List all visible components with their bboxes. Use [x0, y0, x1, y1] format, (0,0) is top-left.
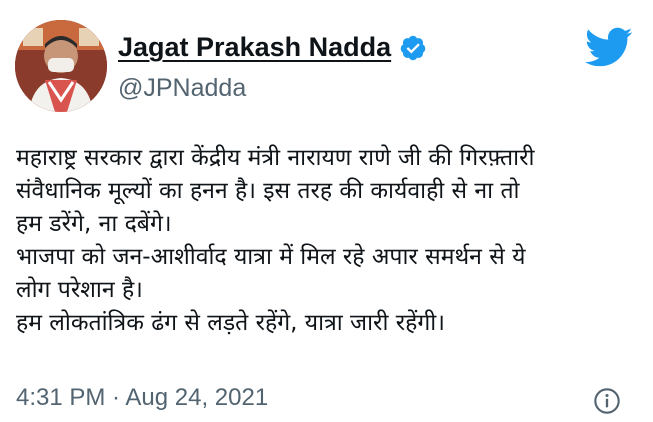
author-handle[interactable]: @JPNadda: [118, 74, 246, 103]
info-icon[interactable]: [593, 387, 621, 415]
author-avatar[interactable]: [15, 20, 107, 112]
meta-separator: ·: [105, 384, 126, 411]
author-name-row: Jagat Prakash Nadda: [118, 32, 427, 63]
verified-badge-icon: [400, 35, 426, 60]
tweet-line: महाराष्ट्र सरकार द्वारा केंद्रीय मंत्री …: [16, 145, 535, 171]
tweet-timestamp[interactable]: 4:31 PM · Aug 24, 2021: [16, 384, 268, 412]
tweet-date[interactable]: Aug 24, 2021: [125, 384, 268, 411]
tweet-text: महाराष्ट्र सरकार द्वारा केंद्रीय मंत्री …: [16, 142, 641, 340]
tweet-card: Jagat Prakash Nadda @JPNadda महाराष्ट्र …: [0, 0, 653, 422]
tweet-line: हम लोकतांत्रिक ढंग से लड़ते रहेंगे, यात्…: [16, 310, 445, 336]
twitter-bird-icon[interactable]: [583, 26, 633, 68]
tweet-line: भाजपा को जन-आशीर्वाद यात्रा में मिल रहे …: [16, 244, 526, 270]
tweet-line: संवैधानिक मूल्यों का हनन है। इस तरह की क…: [16, 178, 520, 204]
author-display-name[interactable]: Jagat Prakash Nadda: [118, 32, 391, 63]
tweet-line: हम डरेंगे, ना दबेंगे।: [16, 211, 172, 237]
tweet-line: लोग परेशान है।: [16, 277, 143, 303]
avatar-image: [15, 20, 107, 112]
tweet-time[interactable]: 4:31 PM: [16, 384, 105, 411]
